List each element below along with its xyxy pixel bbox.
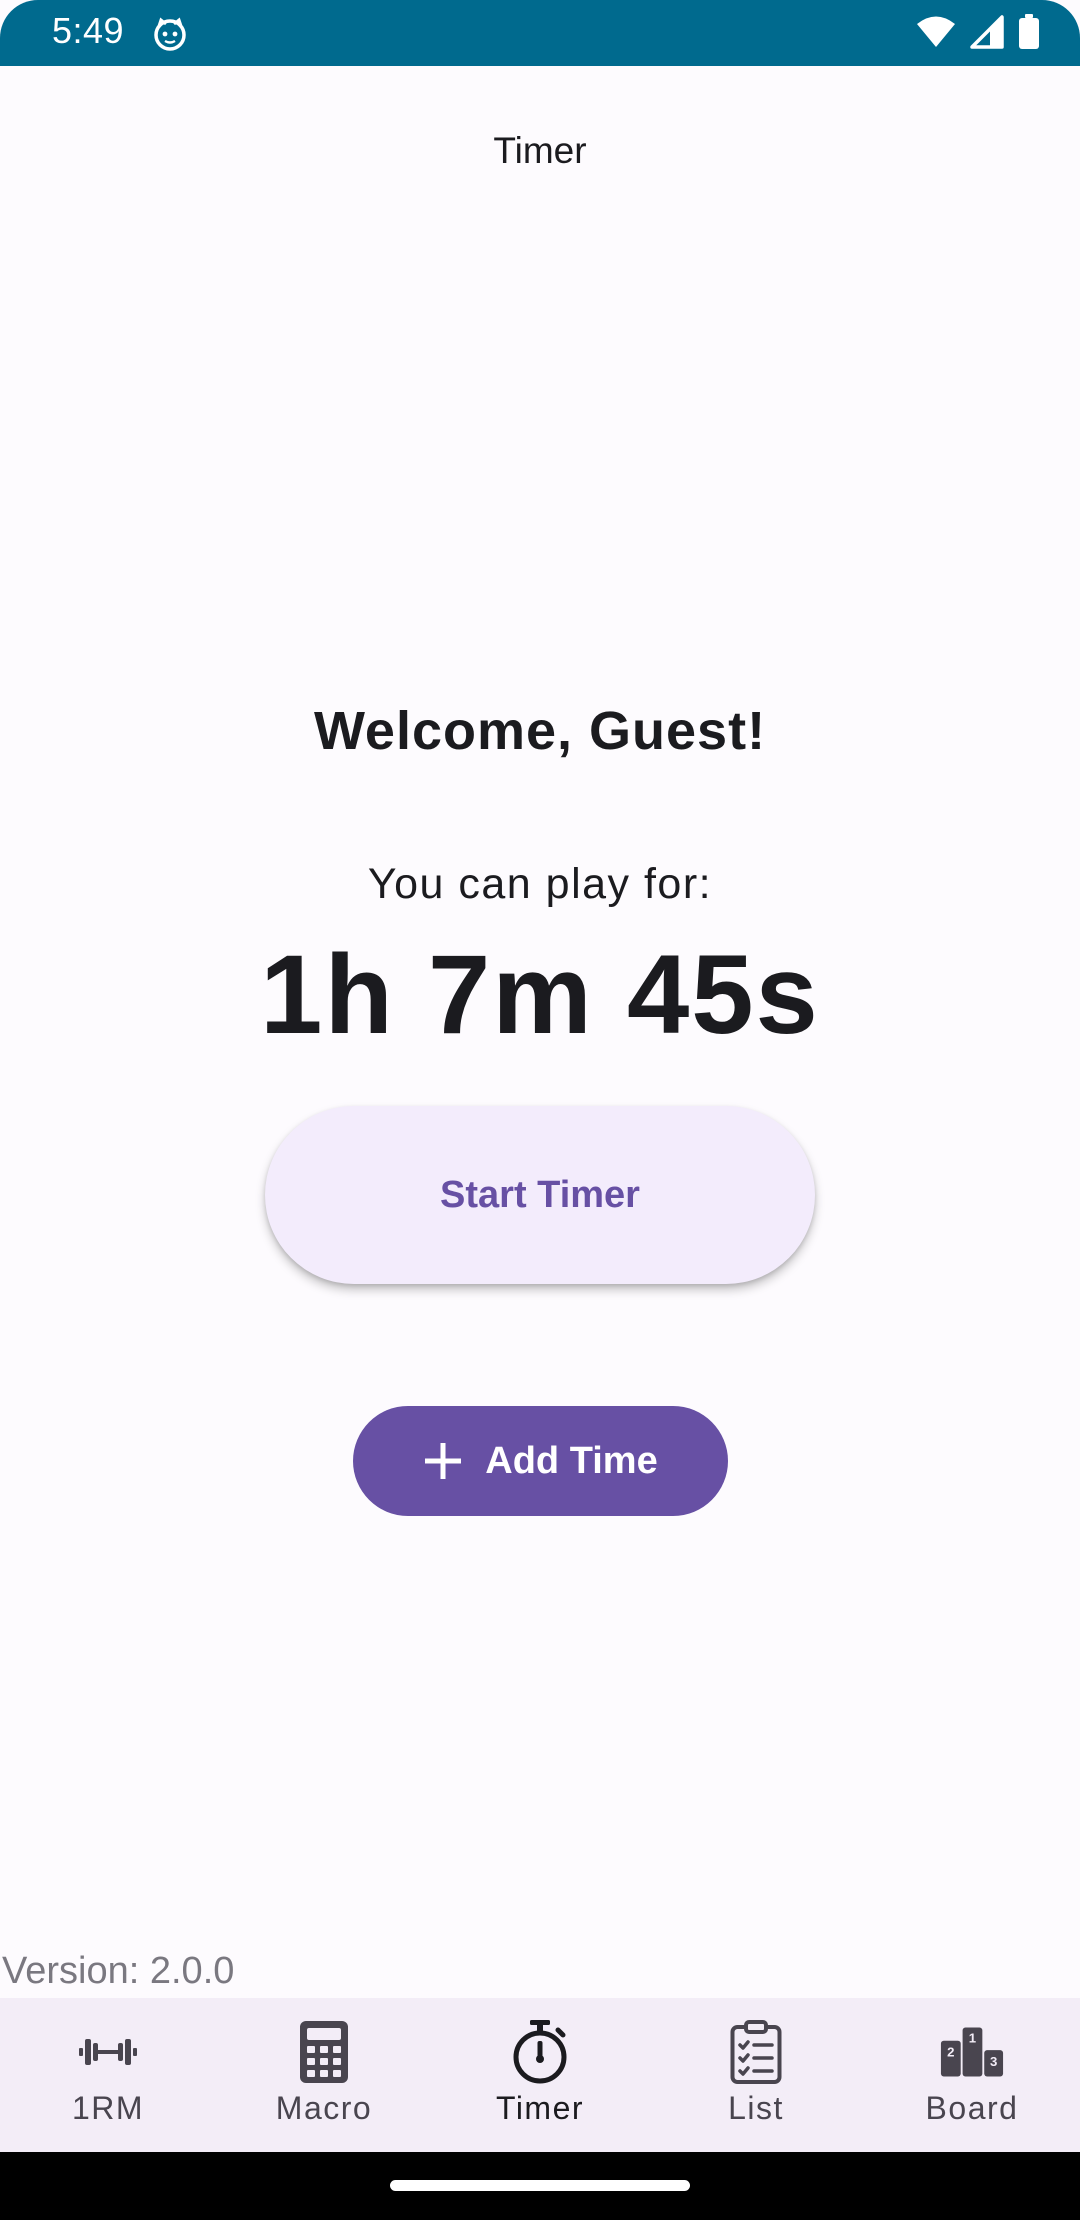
status-time: 5:49 — [52, 10, 125, 51]
svg-text:3: 3 — [990, 2054, 997, 2069]
app-notification-icon — [152, 16, 188, 52]
nav-item-list[interactable]: List — [648, 1998, 864, 2152]
cell-signal-icon — [970, 15, 1004, 54]
status-icons — [916, 14, 1040, 55]
version-text: Version: 2.0.0 — [2, 1950, 235, 1992]
nav-label-board: Board — [925, 2090, 1019, 2126]
stopwatch-icon — [508, 2020, 572, 2084]
checklist-icon — [724, 2020, 788, 2084]
nav-item-timer[interactable]: Timer — [432, 1998, 648, 2152]
welcome-heading: Welcome, Guest! — [313, 701, 767, 761]
status-bar: 5:49 — [0, 0, 1080, 66]
plus-icon — [425, 1443, 462, 1479]
start-timer-label: Start Timer — [440, 1173, 640, 1216]
countdown-display: 1h 7m 45s — [260, 932, 820, 1057]
svg-text:2: 2 — [947, 2045, 954, 2060]
nav-label-1rm: 1RM — [71, 2090, 145, 2126]
add-time-label: Add Time — [485, 1439, 658, 1482]
nav-label-macro: Macro — [275, 2090, 373, 2126]
nav-item-1rm[interactable]: 1RM — [0, 1998, 216, 2152]
page-title: Timer — [493, 130, 587, 171]
start-timer-button[interactable]: Start Timer — [265, 1106, 815, 1284]
wifi-icon — [916, 15, 956, 54]
nav-item-macro[interactable]: Macro — [216, 1998, 432, 2152]
svg-text:1: 1 — [969, 2031, 976, 2046]
add-time-button[interactable]: Add Time — [353, 1406, 728, 1516]
timer-screen: 5:49 Timer Welcome, Guest! You can play … — [0, 0, 1080, 2220]
nav-label-list: List — [728, 2090, 784, 2126]
nav-label-timer: Timer — [495, 2090, 585, 2126]
home-gesture-handle[interactable] — [390, 2180, 690, 2191]
battery-icon — [1018, 14, 1040, 55]
dumbbell-icon — [76, 2020, 140, 2084]
gesture-navigation-bar — [0, 2152, 1080, 2220]
nav-item-board[interactable]: 2 1 3 Board — [864, 1998, 1080, 2152]
bottom-navigation: 1RM Macro Timer List 2 1 3 Board — [0, 1998, 1080, 2152]
podium-icon: 2 1 3 — [940, 2020, 1004, 2084]
calculator-icon — [292, 2020, 356, 2084]
play-time-label: You can play for: — [367, 860, 713, 908]
